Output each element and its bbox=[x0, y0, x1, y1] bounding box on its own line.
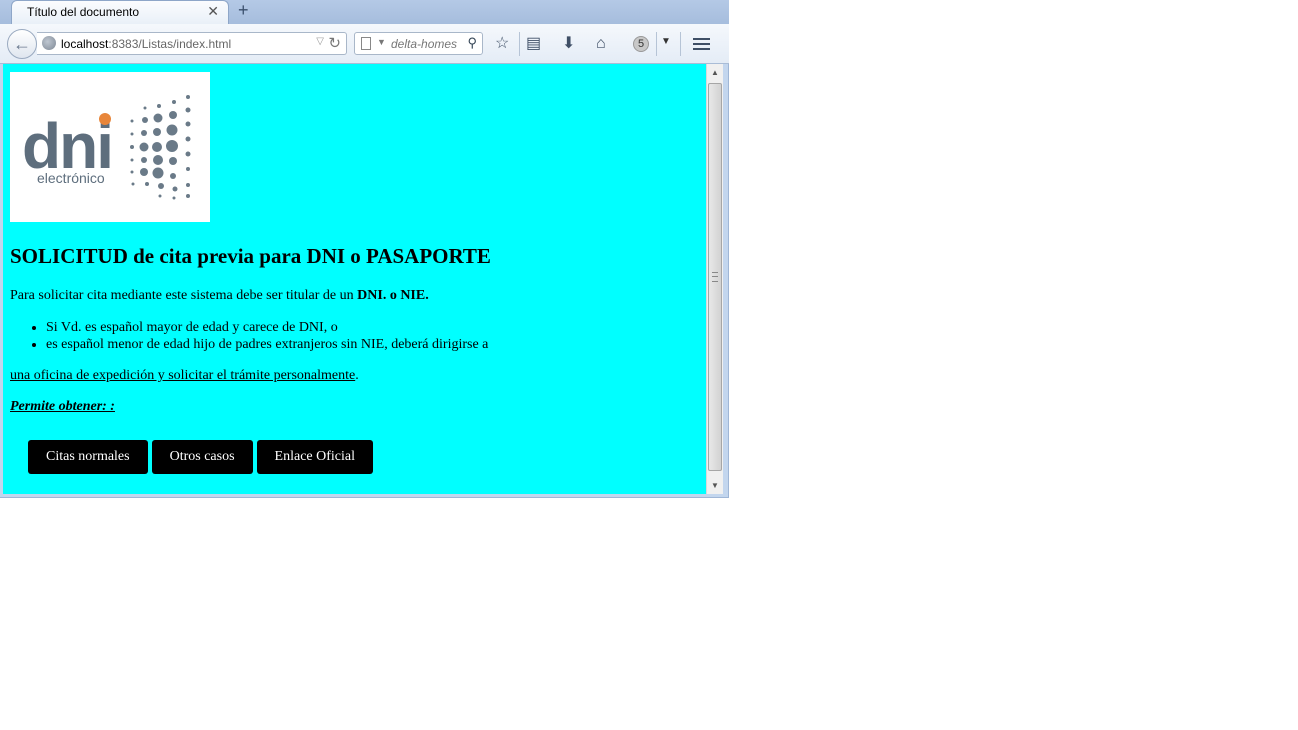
back-arrow-icon: ← bbox=[13, 33, 31, 54]
search-input[interactable]: delta-homes bbox=[391, 37, 457, 51]
back-button[interactable]: ← bbox=[7, 29, 37, 59]
tab-active[interactable]: Título del documento ✕ bbox=[11, 0, 229, 24]
list-item: Si Vd. es español mayor de edad y carece… bbox=[46, 319, 488, 336]
page-content: dni electrónico SOLICITUD de cita previa… bbox=[3, 64, 706, 494]
tab-title: Título del documento bbox=[27, 5, 140, 19]
separator bbox=[519, 32, 520, 56]
requirements-list: Si Vd. es español mayor de edad y carece… bbox=[10, 319, 488, 353]
separator bbox=[680, 32, 681, 56]
browser-window: Título del documento ✕ + ← localhost:838… bbox=[0, 0, 729, 498]
button-group: Citas normales Otros casos Enlace Oficia… bbox=[28, 440, 373, 474]
vertical-scrollbar[interactable]: ▲ ▼ bbox=[706, 64, 723, 494]
search-engine-icon[interactable] bbox=[361, 37, 371, 50]
otros-casos-button[interactable]: Otros casos bbox=[151, 440, 253, 474]
intro-bold: DNI. o NIE. bbox=[357, 288, 429, 303]
scrollbar-thumb[interactable] bbox=[708, 83, 722, 471]
enlace-oficial-button[interactable]: Enlace Oficial bbox=[256, 440, 373, 474]
office-paragraph: una oficina de expedición y solicitar el… bbox=[10, 368, 359, 384]
intro-text: Para solicitar cita mediante este sistem… bbox=[10, 288, 358, 303]
list-item: es español menor de edad hijo de padres … bbox=[46, 336, 488, 353]
menu-icon[interactable] bbox=[693, 38, 710, 50]
globe-icon bbox=[42, 36, 56, 50]
page-title: SOLICITUD de cita previa para DNI o PASA… bbox=[10, 244, 491, 268]
download-icon[interactable]: ⬇ bbox=[562, 35, 575, 53]
dni-logo: dni electrónico bbox=[10, 72, 210, 222]
plus-icon[interactable]: + bbox=[238, 0, 249, 21]
scroll-up-icon[interactable]: ▲ bbox=[707, 64, 723, 81]
url-host: localhost bbox=[61, 37, 109, 51]
scroll-down-icon[interactable]: ▼ bbox=[707, 477, 723, 494]
separator bbox=[656, 32, 657, 56]
navigation-bar: ← localhost:8383/Listas/index.html ▽ ↻ ▼… bbox=[0, 24, 729, 64]
permite-label: Permite obtener: : bbox=[10, 399, 115, 414]
extension-badge[interactable]: 5 bbox=[633, 36, 649, 52]
url-bar[interactable]: localhost:8383/Listas/index.html ▽ ↻ bbox=[37, 32, 347, 55]
dropdown-icon[interactable]: ▽ bbox=[316, 36, 324, 47]
search-bar[interactable]: ▼ delta-homes ⚲ bbox=[354, 32, 483, 55]
grip-icon bbox=[712, 272, 718, 282]
intro-paragraph: Para solicitar cita mediante este sistem… bbox=[10, 288, 429, 304]
home-icon[interactable]: ⌂ bbox=[596, 35, 606, 53]
bookmark-star-icon[interactable]: ☆ bbox=[495, 35, 509, 53]
office-suffix: . bbox=[355, 368, 359, 383]
logo-sub: electrónico bbox=[37, 170, 105, 186]
office-link[interactable]: una oficina de expedición y solicitar el… bbox=[10, 368, 355, 383]
reload-icon[interactable]: ↻ bbox=[328, 34, 341, 52]
tab-strip: Título del documento ✕ + bbox=[0, 0, 729, 24]
chevron-down-icon[interactable]: ▼ bbox=[661, 36, 671, 47]
chevron-down-icon[interactable]: ▼ bbox=[377, 37, 386, 47]
magnifier-icon[interactable]: ⚲ bbox=[467, 35, 477, 51]
close-icon[interactable]: ✕ bbox=[207, 3, 219, 20]
citas-normales-button[interactable]: Citas normales bbox=[28, 440, 148, 474]
url-path: :8383/Listas/index.html bbox=[108, 37, 232, 51]
reading-list-icon[interactable]: ▤ bbox=[526, 35, 541, 53]
url-text[interactable]: localhost:8383/Listas/index.html bbox=[61, 37, 231, 51]
